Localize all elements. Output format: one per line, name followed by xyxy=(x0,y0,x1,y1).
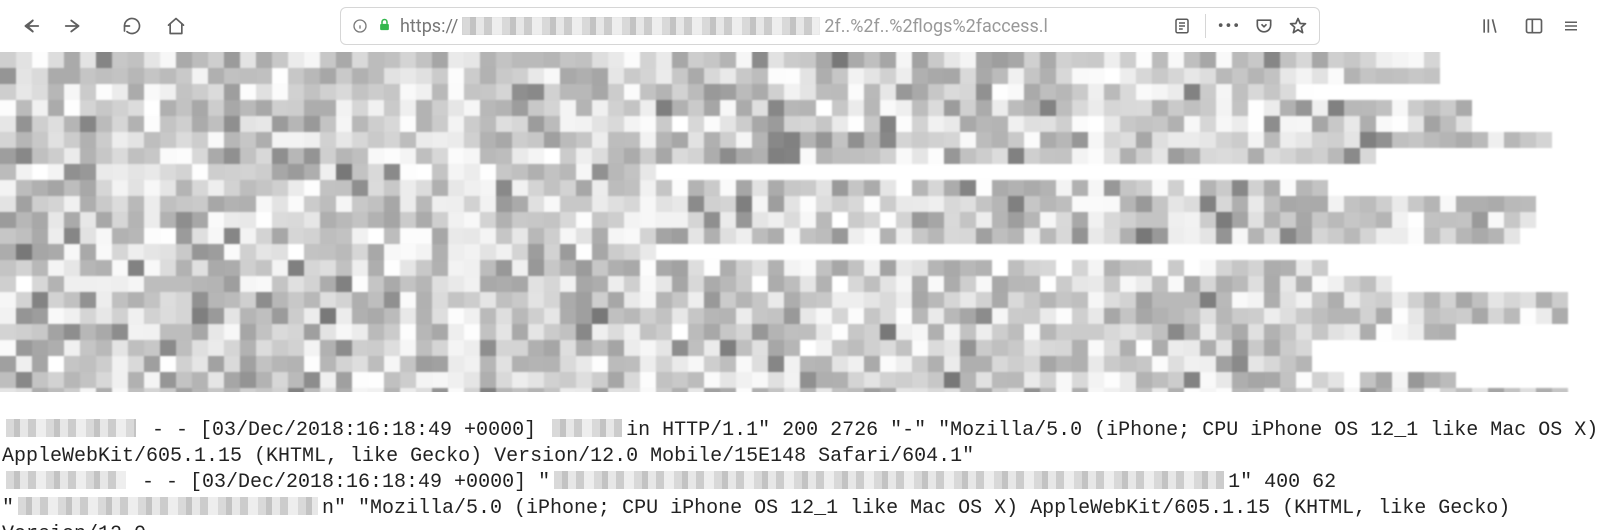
redacted-mid xyxy=(552,419,622,437)
redacted-referrer xyxy=(554,471,1224,489)
arrow-right-icon xyxy=(63,15,85,37)
library-button[interactable] xyxy=(1470,6,1510,46)
home-button[interactable] xyxy=(156,6,196,46)
sidebar-icon xyxy=(1524,16,1544,36)
home-icon xyxy=(166,16,186,36)
server-log-text: - - [03/Dec/2018:16:18:49 +0000] in HTTP… xyxy=(0,392,1600,530)
hamburger-icon xyxy=(1562,17,1580,35)
page-content: - - [03/Dec/2018:16:18:49 +0000] in HTTP… xyxy=(0,52,1600,530)
log-line-2: - - [03/Dec/2018:16:18:49 +0000] "1" 400… xyxy=(2,471,1336,494)
bookmark-star-icon[interactable] xyxy=(1287,15,1309,37)
url-right-actions: ••• xyxy=(1171,14,1309,38)
site-info-icon[interactable] xyxy=(351,17,369,35)
toolbar-right xyxy=(1470,6,1590,46)
redacted-ip xyxy=(6,419,136,437)
library-icon xyxy=(1480,16,1500,36)
redacted-chunk xyxy=(18,497,318,515)
log-line-2-wrap: "n" "Mozilla/5.0 (iPhone; CPU iPhone OS … xyxy=(2,497,1522,530)
url-scheme: https:// xyxy=(400,16,458,37)
url-bar[interactable]: https:// 2f..%2f..%2flogs%2faccess.l ••• xyxy=(340,7,1320,45)
page-actions-button[interactable]: ••• xyxy=(1218,18,1241,34)
browser-toolbar: https:// 2f..%2f..%2flogs%2faccess.l ••• xyxy=(0,0,1600,52)
reload-button[interactable] xyxy=(112,6,152,46)
log-line-1-wrap: AppleWebKit/605.1.15 (KHTML, like Gecko)… xyxy=(2,445,974,468)
overflow-menu-button[interactable] xyxy=(1558,6,1584,46)
log-line-1: - - [03/Dec/2018:16:18:49 +0000] in HTTP… xyxy=(2,419,1598,442)
forward-button[interactable] xyxy=(54,6,94,46)
redacted-log-block xyxy=(0,52,1600,392)
pocket-icon[interactable] xyxy=(1253,15,1275,37)
url-text[interactable]: https:// 2f..%2f..%2flogs%2faccess.l xyxy=(400,16,1163,37)
lock-icon xyxy=(377,17,392,36)
reload-icon xyxy=(122,16,142,36)
url-redacted-host xyxy=(462,17,820,35)
back-button[interactable] xyxy=(10,6,50,46)
url-visible-tail: 2f..%2f..%2flogs%2faccess.l xyxy=(824,16,1048,37)
redacted-ip xyxy=(6,471,126,489)
url-separator xyxy=(1205,14,1206,38)
arrow-left-icon xyxy=(19,15,41,37)
sidebar-button[interactable] xyxy=(1514,6,1554,46)
reader-mode-icon[interactable] xyxy=(1171,15,1193,37)
